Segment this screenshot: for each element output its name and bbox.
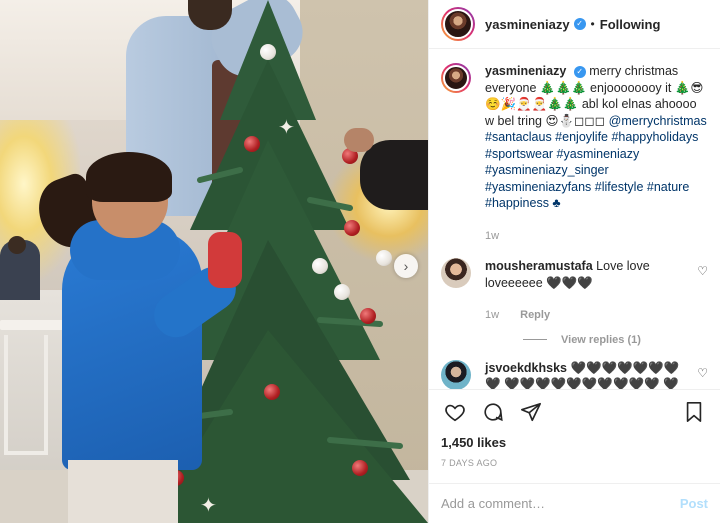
ornament-red xyxy=(360,308,376,324)
ornament-white xyxy=(334,284,350,300)
reply-button[interactable]: Reply xyxy=(520,309,550,321)
header-username[interactable]: yasmineniazy xyxy=(485,17,570,32)
girl-hair xyxy=(86,152,172,202)
avatar[interactable] xyxy=(441,63,471,93)
ornament-white xyxy=(312,258,328,274)
comments-list[interactable]: yasmineniazy ✓ merry christmas everyone … xyxy=(429,49,720,389)
comment-row: jsvoekdkhsks 🖤🖤🖤🖤🖤🖤🖤🖤 🖤🖤🖤🖤🖤🖤🖤🖤🖤🖤 🖤🖤🖤 ♡ xyxy=(441,359,708,390)
verified-icon: ✓ xyxy=(573,18,586,30)
avatar-image xyxy=(443,65,469,91)
caption-age: 1w xyxy=(485,228,708,245)
ornament-red xyxy=(264,384,280,400)
caption-hashtags[interactable]: #santaclaus #enjoylife #happyholidays #s… xyxy=(485,130,698,210)
post-photo[interactable]: ✦ ✦ › xyxy=(0,0,428,523)
caption-age-text[interactable]: 1w xyxy=(485,230,499,242)
likes-count[interactable]: 1,450 likes xyxy=(429,433,720,453)
chevron-right-icon[interactable]: › xyxy=(394,254,418,278)
comment-body: jsvoekdkhsks 🖤🖤🖤🖤🖤🖤🖤🖤 🖤🖤🖤🖤🖤🖤🖤🖤🖤🖤 🖤🖤🖤 xyxy=(485,360,694,390)
bookmark-icon[interactable] xyxy=(680,398,708,426)
heart-icon[interactable] xyxy=(441,398,469,426)
comment-meta: 1w Reply xyxy=(485,307,694,324)
avatar[interactable] xyxy=(441,7,475,41)
caption-row: yasmineniazy ✓ merry christmas everyone … xyxy=(441,63,708,244)
background-person-head xyxy=(8,236,26,254)
caption-username[interactable]: yasmineniazy xyxy=(485,64,566,78)
ornament-white xyxy=(376,250,392,266)
ornament-red xyxy=(352,460,368,476)
ornament-red xyxy=(244,136,260,152)
verified-icon: ✓ xyxy=(573,66,586,78)
caption-mention[interactable]: @merrychristmas xyxy=(609,114,707,128)
avatar[interactable] xyxy=(441,258,471,288)
helper-arm xyxy=(360,140,428,210)
heart-icon[interactable]: ♡ xyxy=(694,366,708,380)
view-replies-button[interactable]: View replies (1) xyxy=(523,334,708,346)
post-header: yasmineniazy ✓ • Following xyxy=(429,0,720,49)
girl-pants xyxy=(68,460,178,523)
comment-input[interactable]: Add a comment… xyxy=(441,496,680,511)
star-ornament: ✦ xyxy=(200,495,217,517)
santa-ornament xyxy=(208,232,242,288)
post-button[interactable]: Post xyxy=(680,496,708,511)
heart-icon[interactable]: ♡ xyxy=(694,264,708,278)
ornament-red xyxy=(344,220,360,236)
ornament-white xyxy=(260,44,276,60)
caption-body: yasmineniazy ✓ merry christmas everyone … xyxy=(485,63,708,244)
comment-row: mousheramustafa Love love loveeeeee 🖤🖤🖤 … xyxy=(441,258,708,324)
comment-username[interactable]: jsvoekdkhsks xyxy=(485,361,567,375)
post-side-panel: yasmineniazy ✓ • Following yasmineniazy … xyxy=(428,0,720,523)
comment-username[interactable]: mousheramustafa xyxy=(485,259,593,273)
avatar[interactable] xyxy=(441,359,471,389)
header-separator: • xyxy=(590,17,595,31)
following-button[interactable]: Following xyxy=(600,17,661,32)
share-icon[interactable] xyxy=(517,398,545,426)
action-bar xyxy=(429,389,720,433)
comment-age[interactable]: 1w xyxy=(485,309,499,321)
comment-icon[interactable] xyxy=(479,398,507,426)
instagram-post: ✦ ✦ › yasmineniazy ✓ • Following yasmine… xyxy=(0,0,720,523)
chair xyxy=(4,335,48,455)
comment-body: mousheramustafa Love love loveeeeee 🖤🖤🖤 … xyxy=(485,258,694,324)
posted-time[interactable]: 7 DAYS AGO xyxy=(429,453,720,475)
star-ornament: ✦ xyxy=(278,117,295,139)
helper-hand xyxy=(344,128,374,152)
add-comment-bar: Add a comment… Post xyxy=(429,483,720,523)
avatar-image xyxy=(443,9,473,39)
